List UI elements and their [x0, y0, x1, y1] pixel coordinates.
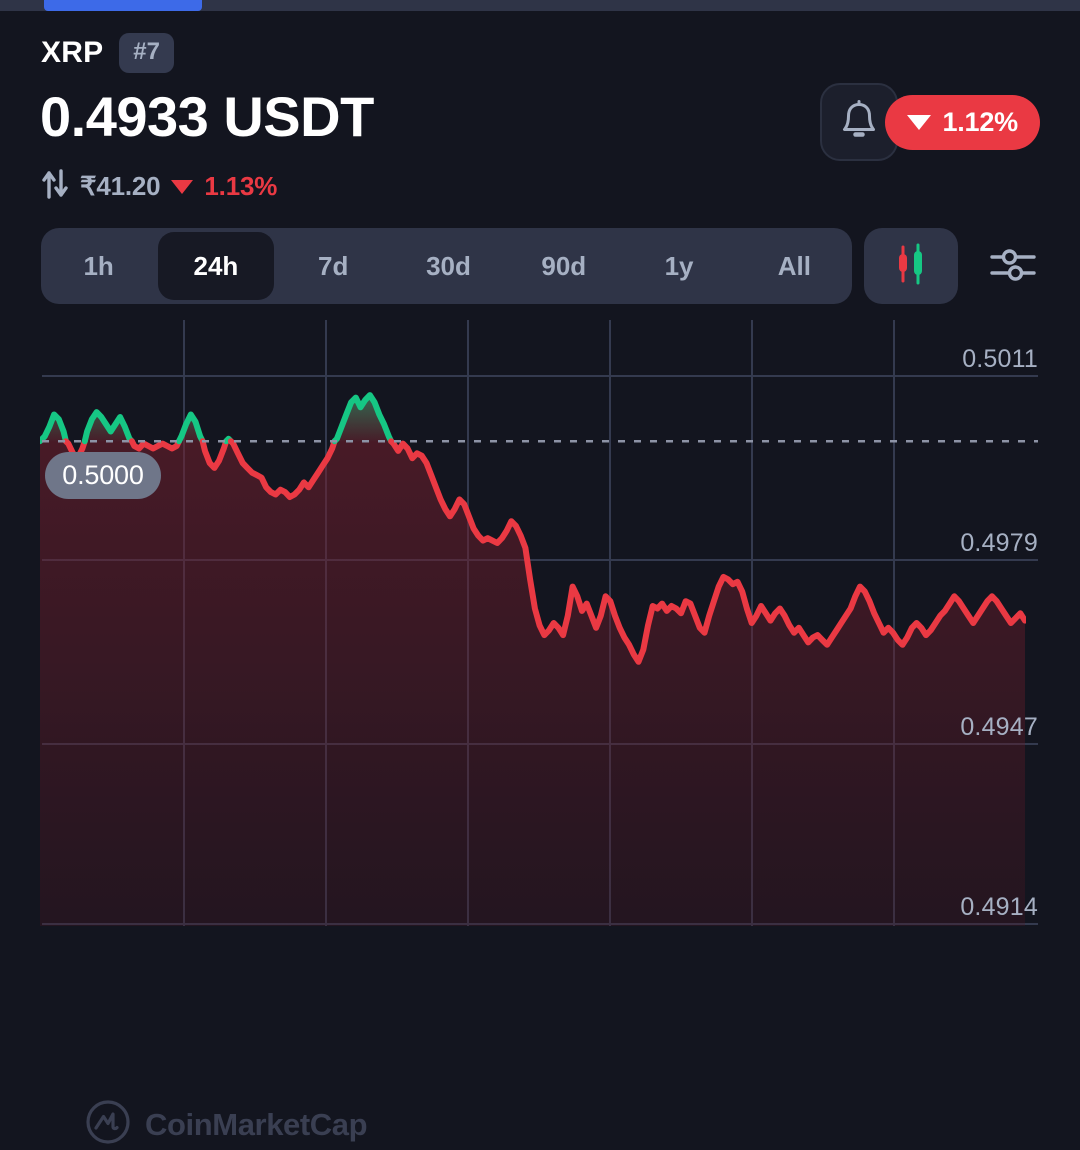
- top-progress-segment: [44, 0, 202, 11]
- up-down-arrows-icon[interactable]: [41, 169, 69, 204]
- secondary-price-row[interactable]: ₹41.20 1.13%: [41, 169, 277, 204]
- range-tab-7d[interactable]: 7d: [276, 228, 391, 304]
- triangle-down-icon: [907, 115, 932, 130]
- range-tab-all[interactable]: All: [737, 228, 852, 304]
- chart-settings-button[interactable]: [982, 238, 1044, 294]
- change-percent-pill[interactable]: 1.12%: [885, 95, 1040, 150]
- coinmarketcap-watermark: CoinMarketCap: [85, 1099, 368, 1150]
- range-tab-90d[interactable]: 90d: [506, 228, 621, 304]
- range-tab-24h[interactable]: 24h: [158, 232, 274, 300]
- y-axis-label-4: 0.4914: [960, 893, 1038, 921]
- change-percent-label: 1.12%: [942, 107, 1018, 137]
- coinmarketcap-watermark-text: CoinMarketCap: [145, 1106, 368, 1142]
- y-axis-label-1: 0.5011: [962, 345, 1038, 373]
- range-tab-1h[interactable]: 1h: [41, 228, 156, 304]
- price-chart[interactable]: 0.5011 0.4979 0.4947 0.4914 CoinMarketCa…: [0, 320, 1080, 1144]
- chart-area-fill: [40, 395, 1025, 926]
- fiat-change-percent: 1.13%: [204, 171, 278, 201]
- candlestick-icon: [889, 241, 933, 292]
- price-row: 0.4933 USDT: [40, 89, 374, 145]
- y-axis-label-2: 0.4979: [960, 529, 1038, 557]
- coin-header: XRP #7 0.4933 USDT ₹41.20 1.13% 1.12%: [0, 11, 1080, 216]
- rank-badge: #7: [119, 33, 174, 73]
- triangle-down-icon: [171, 179, 194, 194]
- range-tab-30d[interactable]: 30d: [391, 228, 506, 304]
- coin-symbol: XRP: [41, 36, 104, 69]
- time-range-selector[interactable]: 1h 24h 7d 30d 90d 1y All: [41, 228, 852, 304]
- chart-canvas[interactable]: [0, 320, 1080, 926]
- y-axis-label-3: 0.4947: [960, 713, 1038, 741]
- bell-icon: [839, 99, 879, 146]
- sliders-icon: [988, 242, 1038, 291]
- current-price: 0.4933 USDT: [40, 85, 374, 148]
- candlestick-chart-toggle[interactable]: [864, 228, 958, 304]
- symbol-row: XRP #7: [41, 33, 174, 73]
- reference-price-label: 0.5000: [62, 460, 144, 490]
- coinmarketcap-logo-icon: [85, 1099, 131, 1150]
- reference-price-flag: 0.5000: [45, 452, 161, 499]
- fiat-price: ₹41.20: [80, 171, 161, 201]
- range-tab-1y[interactable]: 1y: [621, 228, 736, 304]
- top-progress-bar: [0, 0, 1080, 11]
